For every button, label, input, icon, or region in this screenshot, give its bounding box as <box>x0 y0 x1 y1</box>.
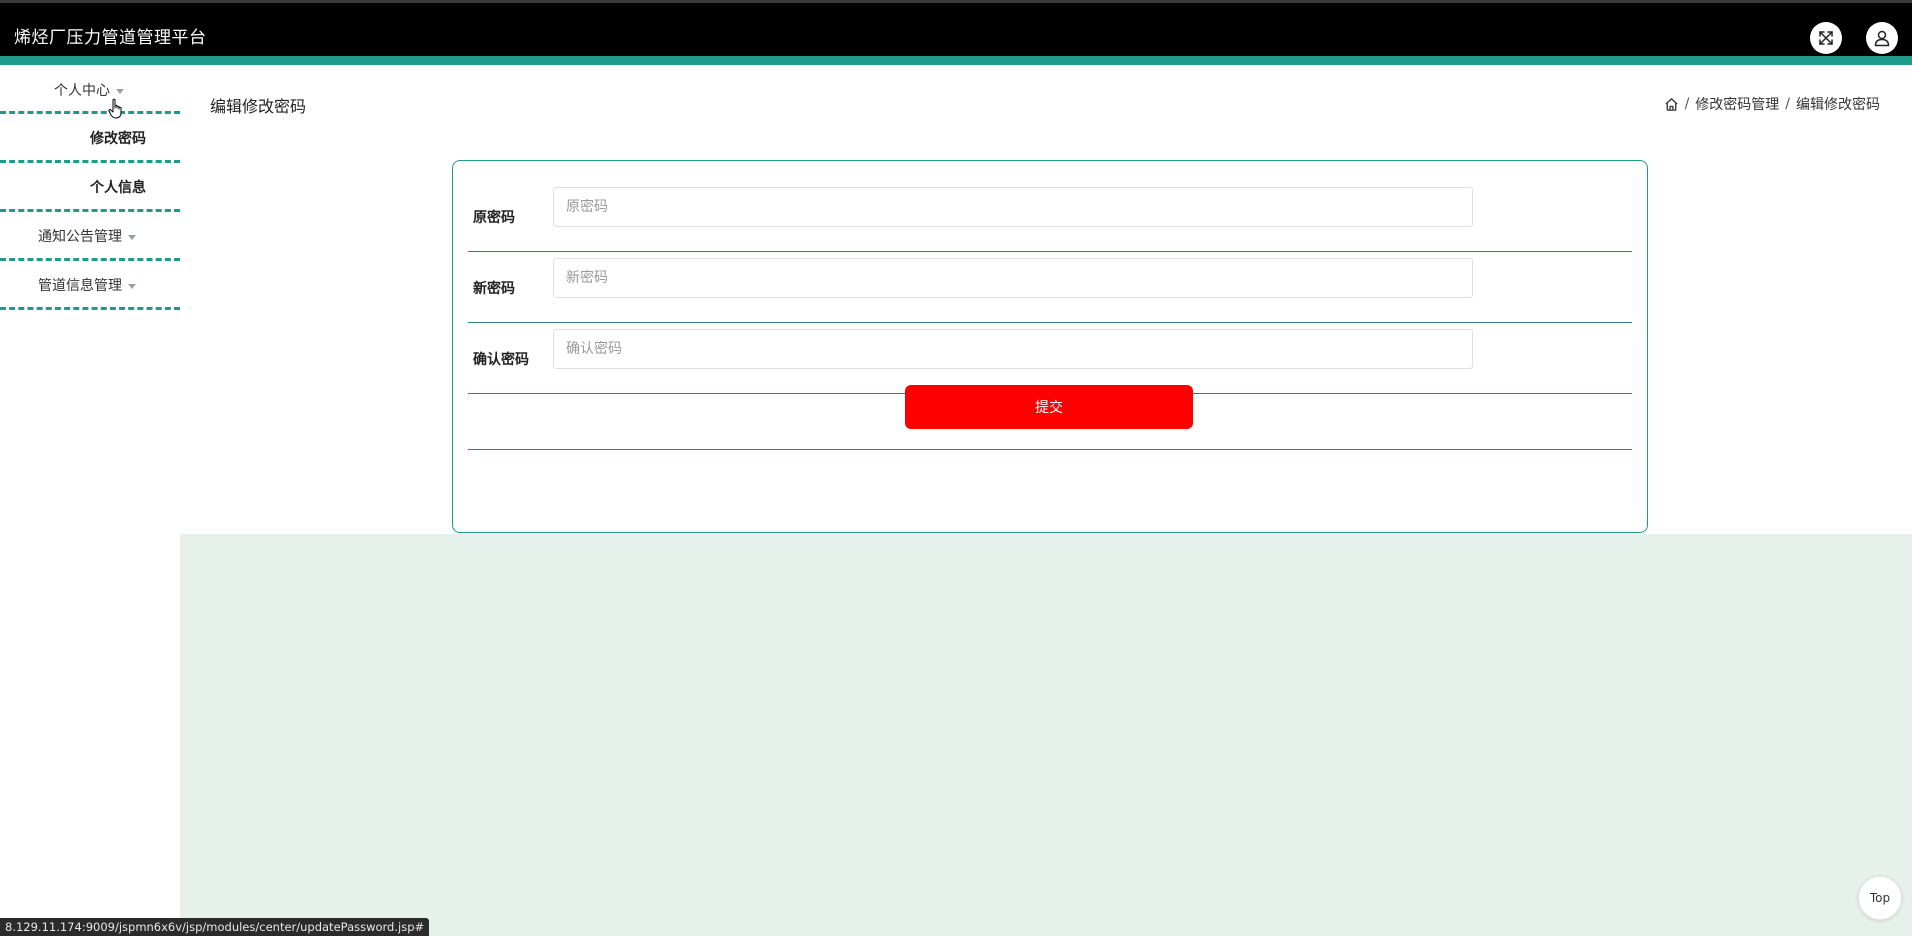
new-password-label: 新密码 <box>473 281 515 297</box>
sidebar-item-notice-management[interactable]: 通知公告管理 <box>0 212 180 261</box>
password-form: 原密码 新密码 确认密码 提交 <box>452 160 1648 533</box>
breadcrumb-separator: / <box>1684 96 1690 112</box>
breadcrumb-current: 编辑修改密码 <box>1796 97 1880 113</box>
back-to-top-button[interactable]: Top <box>1858 876 1902 920</box>
header-accent-bar <box>0 56 1912 65</box>
chevron-down-icon <box>116 88 124 94</box>
content-background <box>180 534 1912 936</box>
user-icon[interactable] <box>1866 22 1898 54</box>
sidebar-item-label: 修改密码 <box>90 131 146 147</box>
old-password-input[interactable] <box>553 187 1473 227</box>
new-password-input[interactable] <box>553 258 1473 298</box>
sidebar-item-label: 个人信息 <box>90 180 146 196</box>
chevron-down-icon <box>128 234 136 240</box>
chevron-down-icon <box>128 283 136 289</box>
sidebar-item-pipeline-management[interactable]: 管道信息管理 <box>0 261 180 310</box>
old-password-label: 原密码 <box>473 210 515 226</box>
sidebar-item-personal-info[interactable]: 个人信息 <box>0 163 180 212</box>
sidebar: 个人中心 修改密码 个人信息 通知公告管理 管道信息管理 <box>0 65 180 936</box>
sidebar-item-change-password[interactable]: 修改密码 <box>0 114 180 163</box>
status-bar-url: 8.129.11.174:9009/jspmn6x6v/jsp/modules/… <box>0 918 430 936</box>
expand-icon[interactable] <box>1810 22 1842 54</box>
home-icon[interactable] <box>1664 97 1679 112</box>
breadcrumb-separator: / <box>1785 96 1790 112</box>
submit-button[interactable]: 提交 <box>905 385 1193 429</box>
confirm-password-label: 确认密码 <box>473 352 529 368</box>
form-actions: 提交 <box>468 374 1632 450</box>
form-row-new-password: 新密码 <box>468 252 1632 323</box>
breadcrumb-item[interactable]: 修改密码管理 <box>1695 94 1779 114</box>
top-bar: 烯烃厂压力管道管理平台 <box>0 0 1912 56</box>
sidebar-item-label: 管道信息管理 <box>38 278 122 294</box>
hand-cursor-icon <box>108 98 126 124</box>
sidebar-item-label: 个人中心 <box>54 83 110 99</box>
confirm-password-input[interactable] <box>553 329 1473 369</box>
form-row-old-password: 原密码 <box>468 181 1632 252</box>
sidebar-item-personal-center[interactable]: 个人中心 <box>0 65 180 114</box>
app-title: 烯烃厂压力管道管理平台 <box>14 28 207 48</box>
page-title: 编辑修改密码 <box>210 97 307 116</box>
sidebar-item-label: 通知公告管理 <box>38 229 122 245</box>
breadcrumb: / 修改密码管理 / 编辑修改密码 <box>1664 94 1880 114</box>
